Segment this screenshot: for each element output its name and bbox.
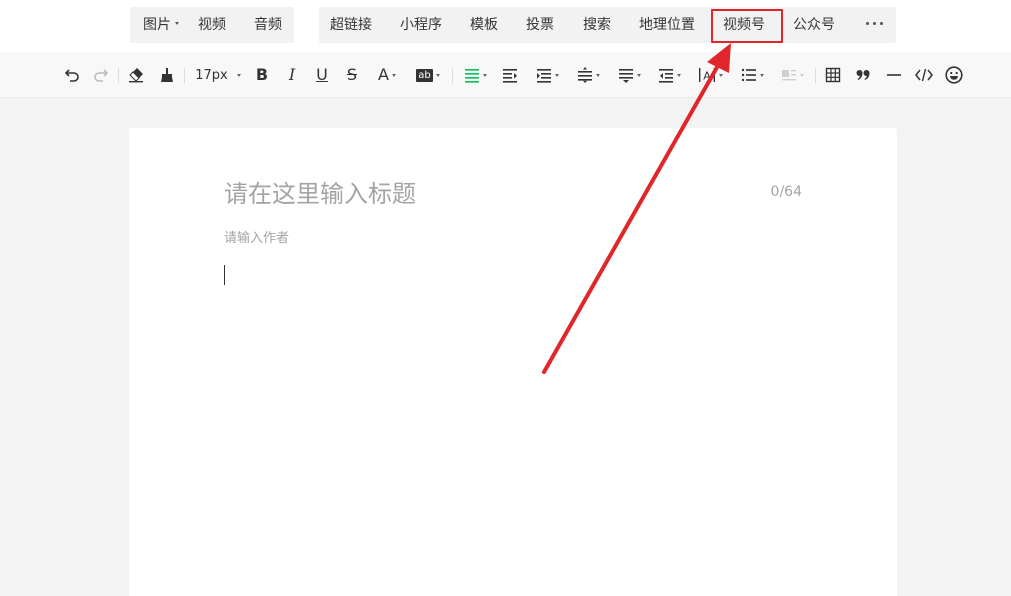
quote-icon[interactable]	[853, 63, 873, 87]
divider	[452, 68, 453, 83]
bullet-list-icon[interactable]	[737, 63, 767, 87]
media-group: 图片 视频 音频	[130, 7, 294, 43]
chevron-down-icon	[759, 73, 764, 77]
audio-button[interactable]: 音频	[254, 7, 282, 43]
chevron-down-icon	[799, 73, 804, 77]
font-size-value: 17px	[195, 67, 228, 83]
emoji-icon[interactable]	[943, 63, 965, 87]
horizontal-rule-icon[interactable]	[884, 63, 904, 87]
eraser-icon[interactable]	[126, 63, 146, 87]
ellipsis-icon[interactable]	[866, 22, 884, 27]
font-size-select[interactable]: 17px	[195, 63, 241, 87]
insert-group: 超链接 小程序 模板 投票 搜索 地理位置 视频号 公众号	[319, 7, 896, 43]
chevron-down-icon	[435, 73, 440, 77]
undo-icon[interactable]	[62, 63, 82, 87]
align-justify-icon[interactable]	[460, 63, 490, 87]
chevron-down-icon	[595, 73, 600, 77]
bold-icon[interactable]: B	[252, 63, 272, 87]
vote-button[interactable]: 投票	[526, 7, 554, 43]
redo-icon[interactable]	[91, 63, 111, 87]
first-line-indent-icon[interactable]	[532, 63, 562, 87]
table-icon[interactable]	[823, 63, 843, 87]
outdent-icon[interactable]	[654, 63, 684, 87]
search-button[interactable]: 搜索	[583, 7, 611, 43]
underline-icon[interactable]: U	[312, 63, 332, 87]
template-button[interactable]: 模板	[470, 7, 498, 43]
chevron-down-icon	[236, 73, 241, 77]
indent-icon[interactable]	[500, 63, 520, 87]
svg-text:A: A	[703, 70, 711, 83]
chevron-down-icon	[391, 73, 396, 77]
italic-icon[interactable]: I	[282, 63, 302, 87]
font-color-icon[interactable]: A	[373, 63, 401, 87]
strikethrough-icon[interactable]: S	[342, 63, 362, 87]
code-icon[interactable]	[913, 63, 935, 87]
line-height-icon[interactable]	[614, 63, 644, 87]
chevron-down-icon	[718, 73, 723, 77]
channels-button[interactable]: 视频号	[723, 7, 765, 43]
official-account-button[interactable]: 公众号	[793, 7, 835, 43]
image-button-label: 图片	[143, 17, 171, 33]
author-input[interactable]: 请输入作者	[224, 227, 289, 246]
divider	[815, 68, 816, 83]
paragraph-spacing-icon[interactable]	[573, 63, 603, 87]
chevron-down-icon	[554, 73, 559, 77]
insert-toolbar: 图片 视频 音频 超链接 小程序 模板 投票 搜索 地理位置 视频号 公众号	[0, 0, 1011, 52]
title-char-count: 0/64	[770, 184, 802, 200]
divider	[184, 68, 185, 83]
format-toolbar: 17px B I U S A ab A	[0, 52, 1011, 98]
divider	[118, 68, 119, 83]
format-painter-icon[interactable]	[157, 63, 177, 87]
hyperlink-button[interactable]: 超链接	[330, 7, 372, 43]
chevron-down-icon	[636, 73, 641, 77]
image-button[interactable]: 图片	[143, 7, 179, 43]
video-button[interactable]: 视频	[198, 7, 226, 43]
chevron-down-icon	[676, 73, 681, 77]
location-button[interactable]: 地理位置	[639, 7, 695, 43]
mini-program-button[interactable]: 小程序	[400, 7, 442, 43]
title-input[interactable]: 请在这里输入标题	[224, 176, 744, 212]
chevron-down-icon	[482, 73, 487, 77]
background-color-icon[interactable]: ab	[413, 63, 443, 87]
editor-area: 请在这里输入标题 0/64 请输入作者	[129, 128, 897, 596]
text-cursor[interactable]	[224, 265, 225, 285]
letter-spacing-icon[interactable]: A	[695, 63, 725, 87]
chevron-down-icon	[175, 21, 179, 25]
float-icon	[777, 63, 807, 87]
